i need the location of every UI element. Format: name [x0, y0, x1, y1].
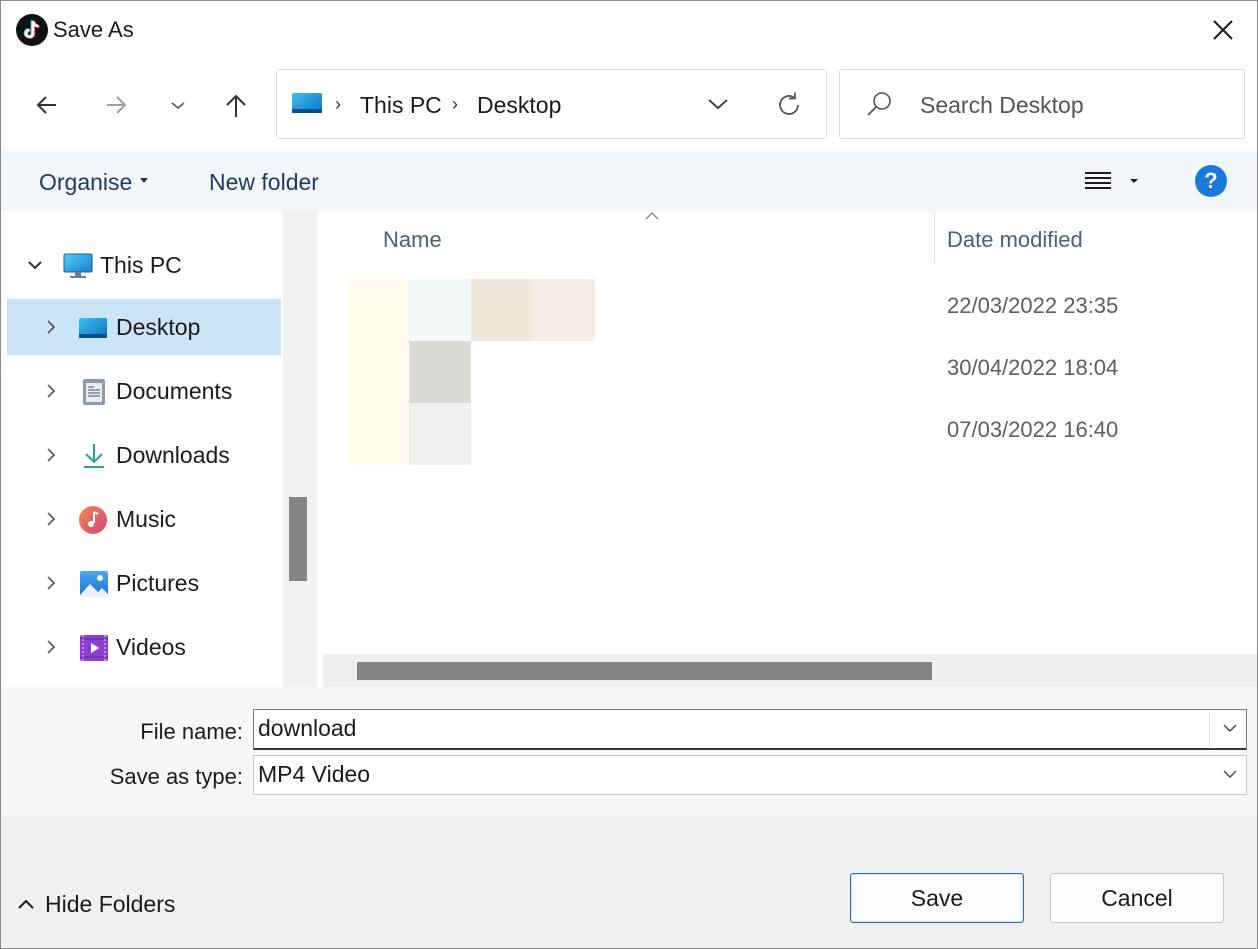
- tree-item-music[interactable]: Music: [7, 491, 281, 547]
- file-thumbnail[interactable]: [347, 279, 409, 465]
- tree-label-videos: Videos: [116, 634, 186, 660]
- navigation-pane: This PC Desktop Documents Downloads Musi…: [1, 211, 317, 687]
- dialog-footer: Hide Folders Save Cancel: [1, 817, 1257, 948]
- address-history-button[interactable]: [704, 92, 732, 116]
- back-button[interactable]: [27, 85, 67, 125]
- file-thumbnail[interactable]: [409, 403, 471, 465]
- videos-icon: [80, 635, 108, 661]
- organise-label: Organise: [39, 169, 133, 195]
- search-box[interactable]: [839, 69, 1245, 139]
- documents-icon: [83, 379, 105, 405]
- recent-locations-button[interactable]: [158, 85, 198, 125]
- column-header-name[interactable]: Name: [383, 227, 442, 253]
- save-as-type-label: Save as type:: [109, 764, 243, 789]
- arrow-left-icon: [36, 96, 56, 114]
- sort-ascending-icon: [645, 212, 659, 220]
- chevron-down-icon: [28, 261, 42, 270]
- tree-label-music: Music: [116, 506, 177, 532]
- save-as-type-select[interactable]: MP4 Video: [253, 755, 1247, 795]
- tree-label-downloads: Downloads: [116, 442, 230, 468]
- file-date-modified: 22/03/2022 23:35: [947, 293, 1119, 318]
- desktop-icon: [79, 318, 107, 338]
- chevron-right-icon: [47, 576, 56, 590]
- downloads-icon: [84, 444, 104, 468]
- close-icon: [1213, 20, 1233, 40]
- file-list-pane: Name Date modified 22/03/2022 23:35 30/0…: [319, 211, 1257, 687]
- tree-item-videos[interactable]: Videos: [7, 619, 281, 675]
- column-divider[interactable]: [934, 211, 935, 263]
- chevron-right-icon: [47, 512, 56, 526]
- breadcrumb-this-pc[interactable]: This PC: [360, 92, 442, 119]
- desktop-icon: [292, 93, 322, 113]
- chevron-right-icon: [47, 640, 56, 654]
- tiktok-icon: [16, 14, 48, 46]
- file-name-combobox[interactable]: [253, 709, 1247, 750]
- save-as-dialog: Save As › This PC › Desktop Search Deskt…: [0, 0, 1258, 949]
- combobox-divider: [1209, 712, 1210, 746]
- chevron-down-icon[interactable]: [1222, 722, 1238, 734]
- help-button[interactable]: ?: [1195, 165, 1227, 197]
- file-thumbnail[interactable]: [409, 341, 471, 403]
- file-thumbnail[interactable]: [471, 279, 533, 341]
- command-bar: Organise New folder ?: [1, 151, 1257, 211]
- tree-label-this-pc: This PC: [100, 252, 182, 278]
- arrow-right-icon: [107, 96, 127, 114]
- details-view-icon: [1085, 172, 1138, 189]
- up-button[interactable]: [215, 85, 255, 125]
- navigation-bar: › This PC › Desktop: [1, 61, 1257, 151]
- file-name-input[interactable]: [258, 713, 1198, 743]
- pictures-icon: [80, 571, 108, 597]
- tree-label-pictures: Pictures: [116, 570, 200, 596]
- search-icon: [867, 92, 891, 116]
- chevron-right-icon: [47, 320, 56, 334]
- tree-item-downloads[interactable]: Downloads: [7, 427, 281, 483]
- save-as-type-value: MP4 Video: [258, 761, 371, 787]
- file-options-area: File name: Save as type: MP4 Video: [1, 687, 1257, 817]
- breadcrumb-separator: ›: [452, 94, 458, 114]
- address-bar[interactable]: › This PC › Desktop: [276, 69, 827, 139]
- navigation-scrollbar[interactable]: [283, 211, 317, 687]
- computer-icon: [63, 253, 93, 278]
- tree-item-this-pc[interactable]: This PC: [7, 237, 281, 293]
- title-bar: Save As: [1, 1, 1257, 61]
- caret-down-icon: [140, 178, 149, 184]
- chevron-down-icon: [708, 99, 728, 110]
- file-date-modified: 30/04/2022 18:04: [947, 355, 1119, 380]
- close-button[interactable]: [1189, 1, 1257, 61]
- tree-item-pictures[interactable]: Pictures: [7, 555, 281, 611]
- scrollbar-thumb[interactable]: [289, 497, 307, 581]
- new-folder-button[interactable]: New folder: [209, 169, 319, 196]
- music-icon: [79, 506, 107, 534]
- refresh-button[interactable]: [774, 90, 804, 120]
- breadcrumb-desktop[interactable]: Desktop: [477, 92, 561, 119]
- tree-label-desktop: Desktop: [116, 314, 201, 340]
- tree-item-documents[interactable]: Documents: [7, 363, 281, 419]
- change-view-button[interactable]: [1081, 165, 1151, 197]
- chevron-right-icon: [47, 448, 56, 462]
- cancel-button[interactable]: Cancel: [1050, 873, 1224, 923]
- chevron-right-icon: [47, 384, 56, 398]
- file-thumbnail[interactable]: [533, 279, 595, 341]
- breadcrumb-separator: ›: [335, 94, 341, 114]
- window-title: Save As: [53, 17, 134, 42]
- file-thumbnail[interactable]: [409, 279, 471, 341]
- arrow-up-icon: [226, 94, 246, 117]
- hide-folders-button[interactable]: Hide Folders: [17, 891, 175, 918]
- horizontal-scrollbar[interactable]: [323, 654, 1257, 687]
- tree-item-desktop[interactable]: Desktop: [7, 299, 281, 355]
- organise-menu-button[interactable]: Organise: [39, 169, 149, 196]
- scrollbar-thumb[interactable]: [357, 662, 932, 680]
- file-date-modified: 07/03/2022 16:40: [947, 417, 1119, 442]
- chevron-down-icon: [1223, 770, 1237, 778]
- chevron-down-icon: [171, 102, 185, 110]
- save-button[interactable]: Save: [850, 873, 1024, 923]
- chevron-up-icon: [18, 899, 34, 909]
- file-name-label: File name:: [140, 719, 243, 744]
- hide-folders-label: Hide Folders: [45, 891, 176, 917]
- tree-label-documents: Documents: [116, 378, 233, 404]
- column-header-date-modified[interactable]: Date modified: [947, 227, 1083, 253]
- search-input[interactable]: [920, 90, 1220, 120]
- forward-button[interactable]: [96, 85, 136, 125]
- refresh-icon: [779, 92, 799, 115]
